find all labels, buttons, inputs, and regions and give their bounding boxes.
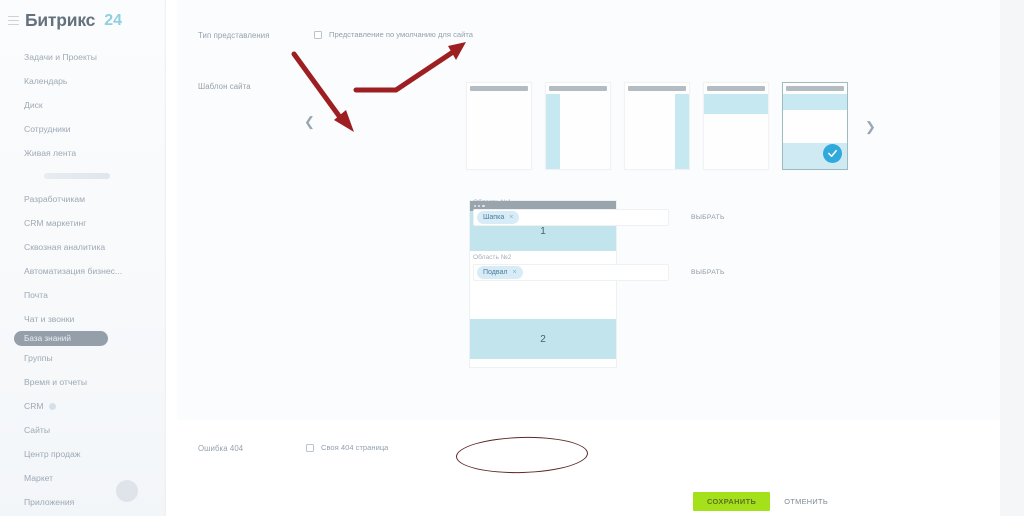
area-2-input[interactable]: Подвал × (473, 264, 669, 281)
sidebar-item-crm-label: CRM (24, 401, 44, 411)
thumb-body (625, 94, 689, 169)
area-1-input[interactable]: Шапка × (473, 209, 669, 226)
area-1-row: Шапка × ВЫБРАТЬ (473, 209, 725, 226)
bitrix24-site-settings-screen: Битрикс 24 Задачи и Проекты Календарь Ди… (0, 0, 1024, 516)
cancel-button[interactable]: ОТМЕНИТЬ (784, 497, 828, 506)
thumb-top-band (704, 94, 768, 114)
thumb-header-band (783, 94, 847, 110)
sidebar-item-market[interactable]: Маркет (0, 466, 166, 490)
template-thumbnail-3[interactable] (624, 82, 690, 170)
sidebar-item-time-reports[interactable]: Время и отчеты (0, 370, 166, 394)
logo-title: Битрикс (25, 10, 96, 30)
main-content: Тип представления Представление по умолч… (166, 0, 1024, 516)
right-gutter (1000, 0, 1024, 516)
error404-checkbox-row[interactable]: Своя 404 страница (306, 443, 388, 452)
area-1-select-button[interactable]: ВЫБРАТЬ (691, 214, 725, 221)
crm-badge-icon (48, 403, 56, 411)
area-2-row: Подвал × ВЫБРАТЬ (473, 264, 725, 281)
sidebar-item-groups[interactable]: Группы (0, 346, 166, 370)
thumb-topbar (549, 86, 607, 91)
error404-label: Ошибка 404 (198, 444, 244, 453)
sidebar-item-feed[interactable]: Живая лента (0, 141, 166, 165)
template-thumbnail-4[interactable] (703, 82, 769, 170)
sidebar-item-automation[interactable]: Автоматизация бизнес... (0, 259, 166, 283)
view-type-row: Тип представления (198, 31, 270, 40)
preview-zone-2[interactable]: 2 (470, 319, 616, 359)
save-button[interactable]: СОХРАНИТЬ (693, 492, 771, 511)
sidebar-item-crm-marketing[interactable]: CRM маркетинг (0, 211, 166, 235)
template-thumbnail-1[interactable] (466, 82, 532, 170)
view-type-checkbox-label: Представление по умолчанию для сайта (329, 30, 473, 39)
view-type-checkbox[interactable] (314, 30, 322, 39)
thumb-right-column (675, 94, 689, 169)
logo-suffix: 24 (104, 11, 123, 29)
gallery-prev-button[interactable]: ❮ (304, 115, 315, 128)
area-2-chip-remove-icon[interactable]: × (512, 269, 516, 276)
error404-checkbox-label: Своя 404 страница (321, 443, 389, 452)
thumb-topbar (628, 86, 686, 91)
sidebar-item-disk[interactable]: Диск (0, 93, 166, 117)
avatar[interactable] (116, 480, 138, 502)
sidebar-item-employees[interactable]: Сотрудники (0, 117, 166, 141)
logo-row[interactable]: Битрикс 24 (0, 0, 166, 31)
view-type-checkbox-row[interactable]: Представление по умолчанию для сайта (314, 30, 473, 39)
thumb-topbar (470, 86, 528, 91)
area-1-chip-remove-icon[interactable]: × (509, 214, 513, 221)
area-1-chip[interactable]: Шапка × (477, 211, 520, 224)
thumb-body (546, 94, 610, 169)
template-thumbnail-2[interactable] (545, 82, 611, 170)
sidebar-nav: Задачи и Проекты Календарь Диск Сотрудни… (0, 45, 166, 514)
sidebar-item-calendar[interactable]: Календарь (0, 69, 166, 93)
view-type-label: Тип представления (198, 31, 270, 40)
sidebar-item-applications[interactable]: Приложения (0, 490, 166, 514)
template-thumbnail-5[interactable] (782, 82, 848, 170)
thumb-left-column (546, 94, 560, 169)
sidebar-item-analytics[interactable]: Сквозная аналитика (0, 235, 166, 259)
gallery-next-button[interactable]: ❯ (865, 120, 876, 133)
thumb-topbar (786, 86, 844, 91)
area-2-title: Область №2 (473, 254, 512, 261)
sidebar: Битрикс 24 Задачи и Проекты Календарь Ди… (0, 0, 166, 516)
sidebar-item-sales-center[interactable]: Центр продаж (0, 442, 166, 466)
sidebar-item-knowledge-base[interactable]: База знаний (14, 331, 108, 346)
area-block-2: Область №2 Подвал × ВЫБРАТЬ (473, 254, 725, 281)
thumb-topbar (707, 86, 765, 91)
annotation-ellipse-around-404-checkbox (455, 435, 589, 475)
sidebar-item-tasks[interactable]: Задачи и Проекты (0, 45, 166, 69)
area-block-1: Область №1 Шапка × ВЫБРАТЬ (473, 199, 725, 226)
area-1-title: Область №1 (473, 199, 512, 206)
site-template-row: Шаблон сайта (198, 82, 251, 91)
site-template-label: Шаблон сайта (198, 82, 251, 91)
area-2-chip[interactable]: Подвал × (477, 266, 523, 279)
area-1-chip-label: Шапка (483, 214, 505, 221)
area-2-chip-label: Подвал (483, 269, 508, 276)
hamburger-menu-icon[interactable] (8, 15, 19, 26)
template-gallery: ❯ (466, 82, 876, 170)
sidebar-item-developers[interactable]: Разработчикам (0, 187, 166, 211)
form-actions: СОХРАНИТЬ ОТМЕНИТЬ (693, 492, 828, 511)
sidebar-divider (44, 173, 110, 179)
area-2-select-button[interactable]: ВЫБРАТЬ (691, 269, 725, 276)
sidebar-item-crm[interactable]: CRM (0, 394, 166, 418)
sidebar-item-sites[interactable]: Сайты (0, 418, 166, 442)
sidebar-item-mail[interactable]: Почта (0, 283, 166, 307)
sidebar-item-chat[interactable]: Чат и звонки (0, 307, 166, 331)
selected-check-icon (823, 144, 842, 163)
error404-checkbox[interactable] (306, 443, 314, 452)
error404-row: Ошибка 404 (198, 444, 243, 453)
